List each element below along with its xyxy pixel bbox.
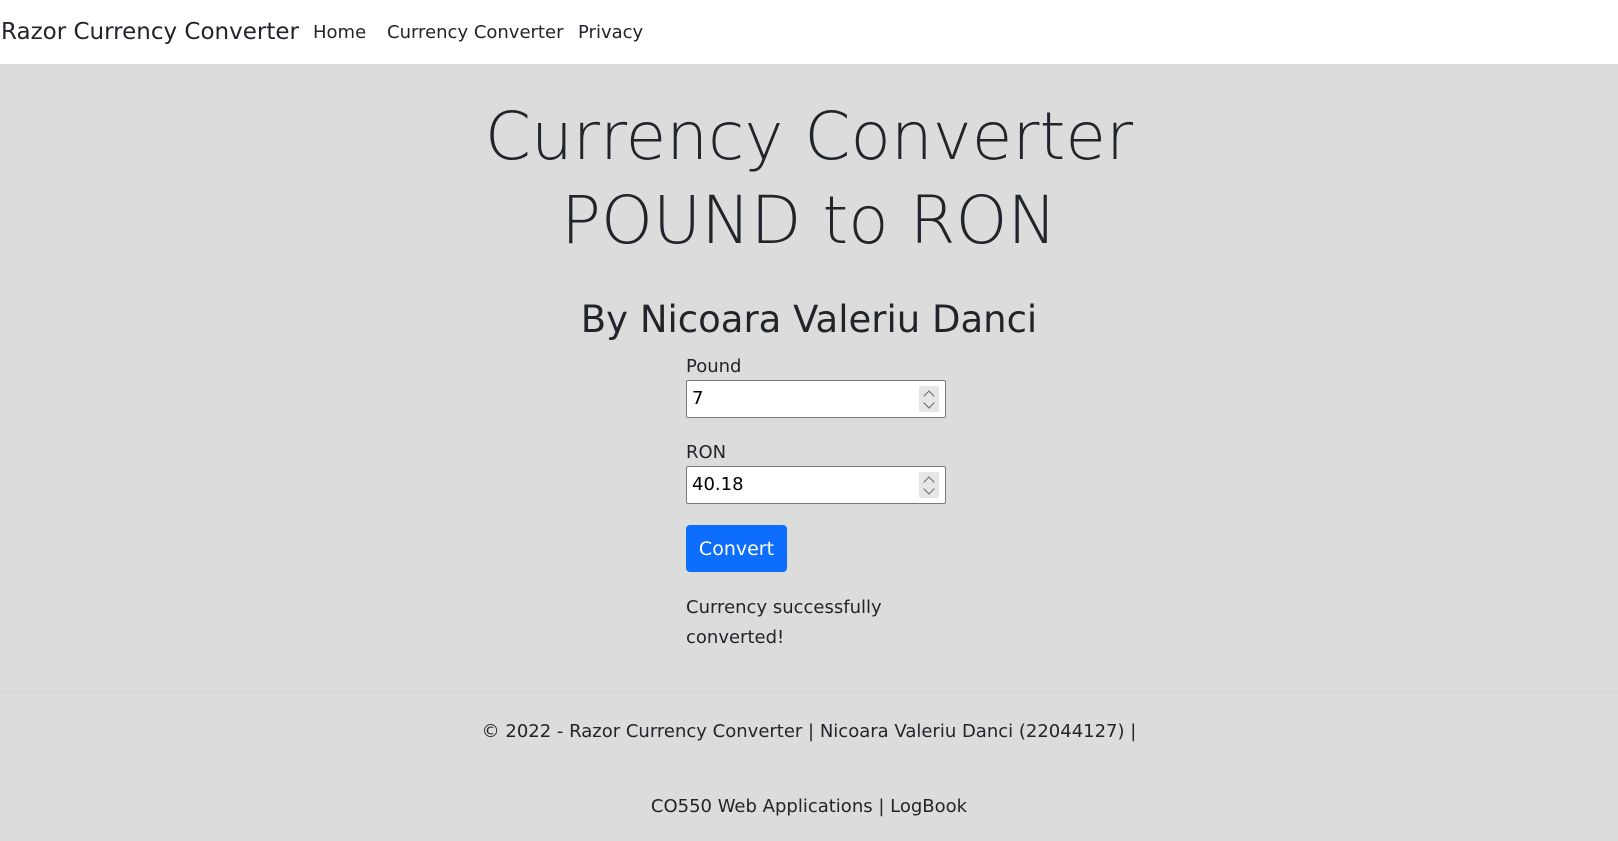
footer: © 2022 - Razor Currency Converter | Nico… (0, 691, 1618, 841)
footer-separator: | (878, 796, 885, 817)
main-content: Currency Converter POUND to RON By Nicoa… (0, 65, 1618, 691)
spin-down-icon[interactable] (923, 397, 935, 409)
ron-input-value: 40.18 (692, 474, 744, 495)
pound-input-value: 7 (692, 388, 704, 409)
pound-field-group: Pound 7 (686, 355, 946, 418)
footer-links: CO550 Web Applications | LogBook (0, 795, 1618, 819)
page-title-line-1: Currency Converter (484, 98, 1134, 175)
status-message: Currency successfully converted! (686, 593, 906, 653)
pound-input[interactable]: 7 (686, 380, 946, 418)
pound-spinner[interactable] (919, 386, 939, 412)
spin-down-icon[interactable] (923, 483, 935, 495)
pound-label: Pound (686, 356, 742, 377)
convert-button[interactable]: Convert (686, 525, 787, 572)
course-link[interactable]: CO550 Web Applications (651, 796, 873, 817)
ron-spinner[interactable] (919, 472, 939, 498)
nav-link-currency-converter[interactable]: Currency Converter (387, 21, 563, 45)
logbook-link[interactable]: LogBook (890, 796, 967, 817)
brand-link[interactable]: Razor Currency Converter (1, 17, 299, 47)
footer-copyright: © 2022 - Razor Currency Converter | Nico… (481, 721, 1137, 742)
ron-label: RON (686, 442, 727, 463)
page-title-line-2: POUND to RON (561, 182, 1057, 259)
status-line-1: Currency successfully (686, 597, 882, 618)
ron-field-group: RON 40.18 (686, 441, 946, 504)
page-title: Currency Converter POUND to RON (0, 95, 1618, 263)
status-line-2: converted! (686, 627, 785, 648)
author-subtitle: By Nicoara Valeriu Danci (580, 298, 1038, 341)
nav-link-privacy[interactable]: Privacy (578, 21, 643, 45)
navbar: Razor Currency Converter Home Currency C… (0, 0, 1618, 65)
nav-link-home[interactable]: Home (313, 21, 366, 45)
ron-input[interactable]: 40.18 (686, 466, 946, 504)
